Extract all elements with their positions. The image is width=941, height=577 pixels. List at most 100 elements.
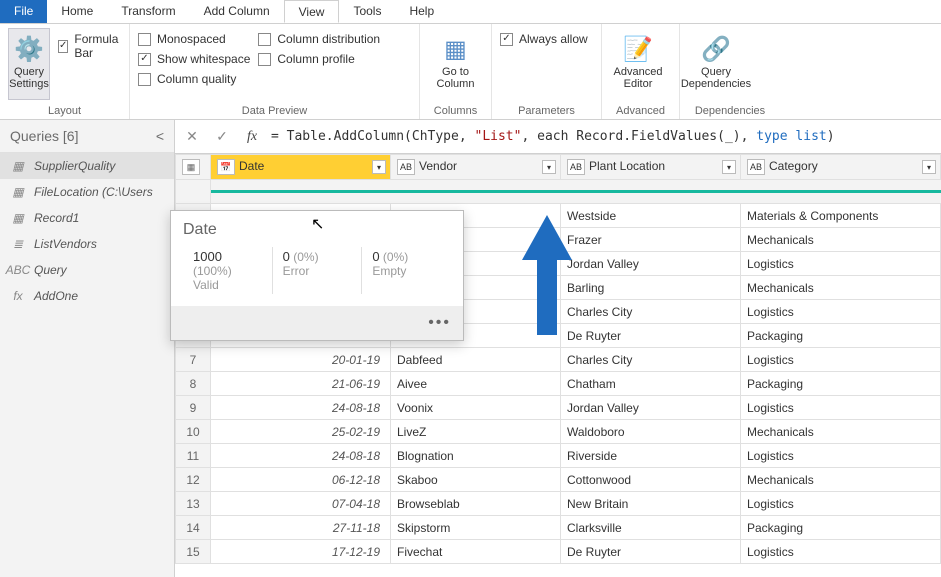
menu-help[interactable]: Help: [395, 0, 448, 23]
menu-addcolumn[interactable]: Add Column: [190, 0, 284, 23]
cell-category[interactable]: Logistics: [741, 492, 941, 516]
table-row[interactable]: 1517-12-19FivechatDe RuyterLogistics: [176, 540, 941, 564]
column-header-vendor[interactable]: ABVendor ▾: [391, 155, 561, 180]
table-row[interactable]: 1025-02-19LiveZWaldoboroMechanicals: [176, 420, 941, 444]
cell-plant[interactable]: Chatham: [561, 372, 741, 396]
query-settings-button[interactable]: ⚙️ Query Settings: [8, 28, 50, 100]
table-row[interactable]: 1206-12-18SkabooCottonwoodMechanicals: [176, 468, 941, 492]
query-item-listvendors[interactable]: ≣ListVendors: [0, 231, 174, 257]
column-profile-checkbox[interactable]: Column profile: [258, 52, 380, 66]
cell-plant[interactable]: De Ruyter: [561, 324, 741, 348]
cell-date[interactable]: 24-08-18: [211, 396, 391, 420]
cell-category[interactable]: Mechanicals: [741, 276, 941, 300]
cell-date[interactable]: 24-08-18: [211, 444, 391, 468]
cell-plant[interactable]: Cottonwood: [561, 468, 741, 492]
cell-category[interactable]: Packaging: [741, 516, 941, 540]
table-row[interactable]: 821-06-19AiveeChathamPackaging: [176, 372, 941, 396]
cell-vendor[interactable]: Voonix: [391, 396, 561, 420]
cell-date[interactable]: 27-11-18: [211, 516, 391, 540]
profile-more-button[interactable]: •••: [171, 306, 463, 340]
cell-category[interactable]: Logistics: [741, 252, 941, 276]
cell-plant[interactable]: Jordan Valley: [561, 396, 741, 420]
cell-category[interactable]: Logistics: [741, 300, 941, 324]
cell-vendor[interactable]: Skaboo: [391, 468, 561, 492]
go-to-column-button[interactable]: ▦ Go to Column: [428, 28, 483, 100]
cell-category[interactable]: Logistics: [741, 348, 941, 372]
cell-plant[interactable]: Clarksville: [561, 516, 741, 540]
cell-category[interactable]: Logistics: [741, 540, 941, 564]
menu-file[interactable]: File: [0, 0, 47, 23]
row-corner[interactable]: ▦: [176, 155, 211, 180]
cell-date[interactable]: 17-12-19: [211, 540, 391, 564]
table-row[interactable]: 1124-08-18BlognationRiversideLogistics: [176, 444, 941, 468]
cell-plant[interactable]: Riverside: [561, 444, 741, 468]
cell-category[interactable]: Mechanicals: [741, 468, 941, 492]
cell-plant[interactable]: De Ruyter: [561, 540, 741, 564]
query-item-addone[interactable]: fxAddOne: [0, 283, 174, 309]
query-item-record1[interactable]: ▦Record1: [0, 205, 174, 231]
cell-plant[interactable]: Barling: [561, 276, 741, 300]
formula-cancel-icon[interactable]: ✕: [181, 128, 203, 145]
cell-category[interactable]: Packaging: [741, 372, 941, 396]
column-filter-date[interactable]: ▾: [372, 160, 386, 174]
formula-text[interactable]: = Table.AddColumn(ChType, "List", each R…: [271, 129, 835, 144]
table-row[interactable]: 1307-04-18BrowseblabNew BritainLogistics: [176, 492, 941, 516]
cell-vendor[interactable]: Dabfeed: [391, 348, 561, 372]
row-number: 11: [176, 444, 211, 468]
query-dependencies-button[interactable]: 🔗 Query Dependencies: [688, 28, 744, 100]
column-header-plant[interactable]: ABPlant Location ▾: [561, 155, 741, 180]
cell-date[interactable]: 21-06-19: [211, 372, 391, 396]
cell-category[interactable]: Logistics: [741, 444, 941, 468]
column-distribution-checkbox[interactable]: Column distribution: [258, 32, 380, 46]
formula-bar-checkbox[interactable]: Formula Bar: [58, 32, 121, 60]
table-row[interactable]: 924-08-18VoonixJordan ValleyLogistics: [176, 396, 941, 420]
cell-vendor[interactable]: Blognation: [391, 444, 561, 468]
cell-plant[interactable]: Charles City: [561, 300, 741, 324]
cell-category[interactable]: Logistics: [741, 396, 941, 420]
monospaced-checkbox[interactable]: Monospaced: [138, 32, 250, 46]
formula-commit-icon[interactable]: ✓: [211, 128, 233, 145]
advanced-editor-button[interactable]: 📝 Advanced Editor: [610, 28, 666, 100]
table-row[interactable]: 720-01-19DabfeedCharles CityLogistics: [176, 348, 941, 372]
column-quality-checkbox[interactable]: Column quality: [138, 72, 250, 86]
cell-plant[interactable]: Jordan Valley: [561, 252, 741, 276]
menu-view[interactable]: View: [284, 0, 340, 23]
cell-category[interactable]: Packaging: [741, 324, 941, 348]
menu-transform[interactable]: Transform: [107, 0, 189, 23]
query-item-filelocation-c-users[interactable]: ▦FileLocation (C:\Users: [0, 179, 174, 205]
cell-plant[interactable]: New Britain: [561, 492, 741, 516]
cell-category[interactable]: Materials & Components: [741, 204, 941, 228]
menu-home[interactable]: Home: [47, 0, 107, 23]
cell-vendor[interactable]: LiveZ: [391, 420, 561, 444]
cell-vendor[interactable]: Fivechat: [391, 540, 561, 564]
cell-date[interactable]: 20-01-19: [211, 348, 391, 372]
always-allow-checkbox[interactable]: Always allow: [500, 32, 588, 46]
cell-vendor[interactable]: Skipstorm: [391, 516, 561, 540]
profile-empty-count: 0: [372, 249, 379, 264]
cell-plant[interactable]: Westside: [561, 204, 741, 228]
column-filter-vendor[interactable]: ▾: [542, 160, 556, 174]
cell-plant[interactable]: Waldoboro: [561, 420, 741, 444]
ribbon-group-parameters-label: Parameters: [500, 103, 593, 117]
cell-date[interactable]: 07-04-18: [211, 492, 391, 516]
column-filter-plant[interactable]: ▾: [722, 160, 736, 174]
cell-date[interactable]: 25-02-19: [211, 420, 391, 444]
query-item-query[interactable]: ABCQuery: [0, 257, 174, 283]
cell-category[interactable]: Mechanicals: [741, 228, 941, 252]
column-header-date[interactable]: 📅Date ▾: [211, 155, 391, 180]
cell-date[interactable]: 06-12-18: [211, 468, 391, 492]
cell-plant[interactable]: Frazer: [561, 228, 741, 252]
column-header-category[interactable]: ABCategory ▾: [741, 155, 941, 180]
fx-icon[interactable]: fx: [241, 129, 263, 145]
menu-tools[interactable]: Tools: [339, 0, 395, 23]
cell-vendor[interactable]: Aivee: [391, 372, 561, 396]
query-item-label: Query: [34, 263, 67, 277]
column-filter-category[interactable]: ▾: [922, 160, 936, 174]
cell-vendor[interactable]: Browseblab: [391, 492, 561, 516]
cell-category[interactable]: Mechanicals: [741, 420, 941, 444]
show-whitespace-checkbox[interactable]: Show whitespace: [138, 52, 250, 66]
query-item-supplierquality[interactable]: ▦SupplierQuality: [0, 153, 174, 179]
table-row[interactable]: 1427-11-18SkipstormClarksvillePackaging: [176, 516, 941, 540]
cell-plant[interactable]: Charles City: [561, 348, 741, 372]
collapse-sidebar-icon[interactable]: <: [156, 128, 164, 144]
